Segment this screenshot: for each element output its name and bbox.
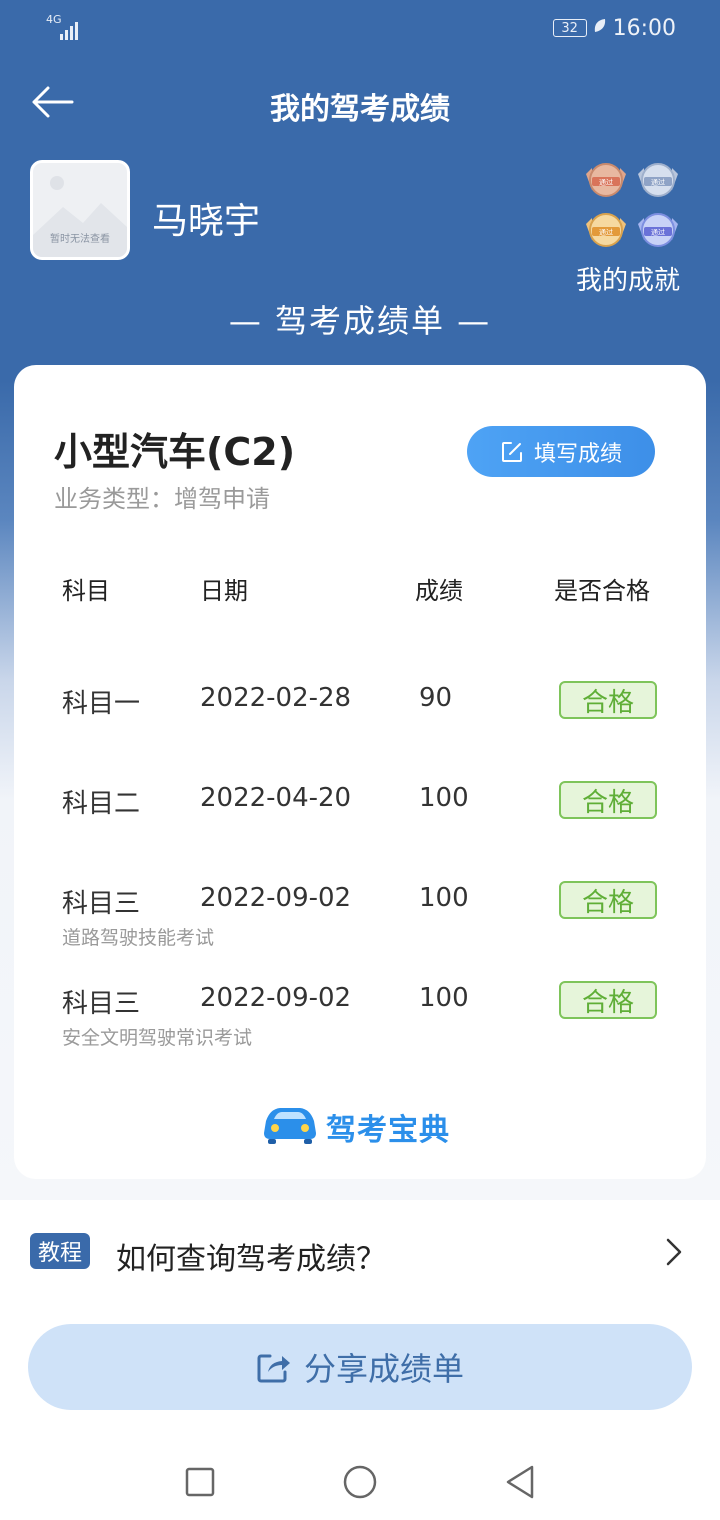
table-row: 科目三 2022-09-02 100 合格 道路驾驶技能考试 [14,881,706,973]
bronze-medal-icon: 通过 [586,163,626,197]
avatar[interactable]: 暂时无法查看 [30,160,130,260]
table-row: 科目三 2022-09-02 100 合格 安全文明驾驶常识考试 [14,981,706,1073]
user-name: 马晓宇 [152,201,261,242]
page-title: 我的驾考成绩 [270,92,450,127]
row-subject: 科目二 [62,789,141,819]
fill-score-label: 填写成绩 [533,441,622,467]
score-sheet-title: — 驾考成绩单 — [228,302,492,340]
medal-group: 通过 通过 通过 通过 [582,160,686,256]
row-score: 100 [419,883,469,913]
row-note: 安全文明驾驶常识考试 [62,1027,253,1049]
my-achievements[interactable]: 通过 通过 通过 通过 我的成就 [568,160,680,296]
blue-medal-icon: 通过 [638,213,678,247]
share-label: 分享成绩单 [303,1350,464,1388]
row-subject: 科目一 [62,689,141,719]
clock: 16:00 [612,15,676,41]
pass-badge: 合格 [559,881,657,919]
column-score: 成绩 [415,577,463,605]
share-icon [257,1354,290,1383]
silver-medal-icon: 通过 [638,163,678,197]
row-subject: 科目三 [62,989,141,1019]
row-date: 2022-09-02 [200,983,352,1013]
row-subject: 科目三 [62,889,141,919]
business-type: 业务类型：增驾申请 [54,485,270,513]
square-icon [185,1467,215,1497]
leaf-icon [593,18,607,38]
pass-badge: 合格 [559,681,657,719]
row-date: 2022-04-20 [200,783,352,813]
row-date: 2022-02-28 [200,683,352,713]
table-header: 科目 日期 成绩 是否合格 [14,571,706,607]
tutorial-link[interactable]: 教程 如何查询驾考成绩？ [0,1210,720,1294]
user-profile: 暂时无法查看 马晓宇 通过 通过 通过 通过 我的成就 [30,160,690,300]
system-nav-bar [0,1440,720,1520]
triangle-back-icon [506,1465,534,1499]
chevron-right-icon [666,1238,682,1266]
medal-label: 通过 [599,228,613,237]
medal-label: 通过 [651,228,665,237]
license-type: 小型汽车(C2) [54,430,296,474]
battery-icon: 32 [552,19,587,37]
brand-logo: 驾考宝典 [260,1103,470,1148]
home-button[interactable] [338,1460,382,1504]
achievements-label: 我的成就 [575,266,680,296]
column-subject: 科目 [62,577,110,605]
share-score-button[interactable]: 分享成绩单 [28,1324,692,1410]
signal-icon: 4G [46,14,86,40]
column-date: 日期 [200,577,248,605]
pass-badge: 合格 [559,781,657,819]
pass-badge: 合格 [559,981,657,1019]
battery-level: 32 [561,20,578,36]
row-note: 道路驾驶技能考试 [62,927,215,949]
back-nav-button[interactable] [498,1460,542,1504]
status-bar: 4G 32 16:00 [0,0,720,56]
brand-name: 驾考宝典 [326,1113,450,1148]
recents-button[interactable] [178,1460,222,1504]
avatar-placeholder-text: 暂时无法查看 [50,234,110,245]
column-pass: 是否合格 [554,577,650,605]
table-row: 科目一 2022-02-28 90 合格 [14,681,706,773]
app-header: 我的驾考成绩 [0,70,720,136]
tutorial-badge: 教程 [30,1233,90,1269]
gold-medal-icon: 通过 [586,213,626,247]
fill-score-button[interactable]: 填写成绩 [467,426,655,477]
medal-label: 通过 [599,178,613,187]
row-date: 2022-09-02 [200,883,352,913]
row-score: 90 [419,683,453,713]
tutorial-text: 如何查询驾考成绩？ [116,1242,386,1277]
medal-label: 通过 [651,178,665,187]
edit-icon [501,441,522,462]
row-score: 100 [419,783,469,813]
car-logo-icon [264,1108,316,1144]
circle-icon [343,1465,377,1499]
table-row: 科目二 2022-04-20 100 合格 [14,781,706,873]
score-card: 小型汽车(C2) 业务类型：增驾申请 填写成绩 科目 日期 成绩 是否合格 科目… [14,365,706,1179]
row-score: 100 [419,983,469,1013]
